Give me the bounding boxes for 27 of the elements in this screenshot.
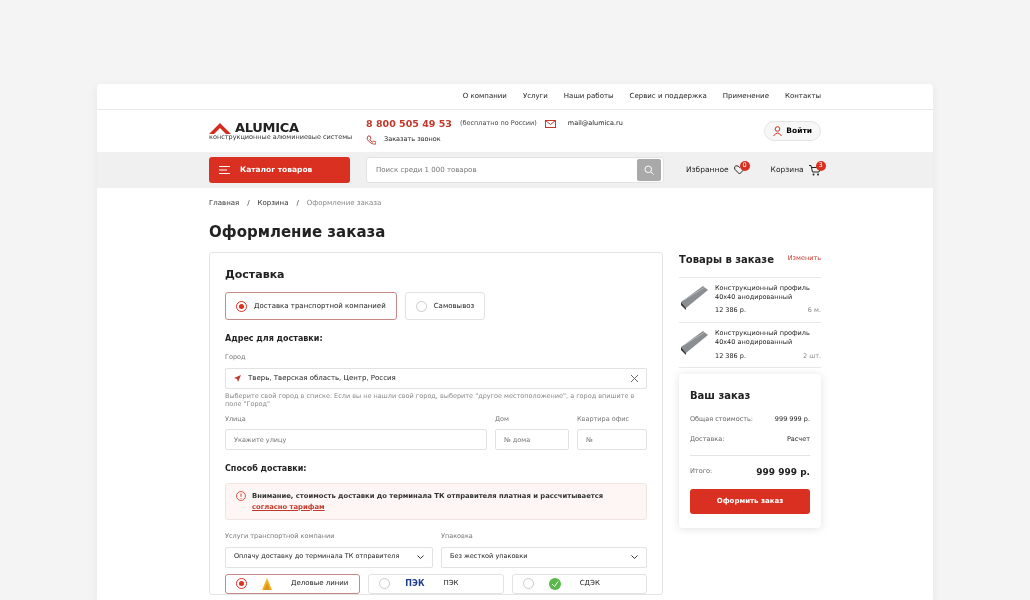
heart-icon xyxy=(733,165,745,175)
search-button[interactable] xyxy=(637,159,661,181)
info-icon xyxy=(236,491,246,502)
section-title: Товары в заказе xyxy=(679,252,774,267)
cart-icon xyxy=(808,164,821,176)
total-value: 999 999 р. xyxy=(756,465,810,479)
subsection-title: Способ доставки: xyxy=(225,463,308,476)
close-icon xyxy=(631,374,638,382)
chevron-down-icon xyxy=(631,555,638,559)
circle-logo-icon xyxy=(548,577,561,590)
summary-title: Ваш заказ xyxy=(690,389,752,404)
menu-icon xyxy=(219,166,230,174)
wordmark-logo: ПЭК xyxy=(405,577,425,590)
search-icon xyxy=(644,165,654,175)
chevron-down-icon xyxy=(417,555,424,559)
mail-icon xyxy=(544,120,556,128)
phone-number[interactable]: 8 800 505 49 53 xyxy=(366,116,452,132)
profile-bar-icon xyxy=(679,328,709,355)
logo-text: ALUMICA xyxy=(235,121,299,135)
logo-mark-icon xyxy=(209,121,231,134)
location-arrow-icon xyxy=(234,374,241,382)
section-title: Доставка xyxy=(225,266,286,283)
phone-icon xyxy=(366,135,376,146)
page-title: Оформление заказа xyxy=(209,222,387,241)
subsection-title: Адрес для доставки: xyxy=(225,333,324,345)
profile-bar-icon xyxy=(679,283,709,310)
user-icon xyxy=(773,126,783,136)
